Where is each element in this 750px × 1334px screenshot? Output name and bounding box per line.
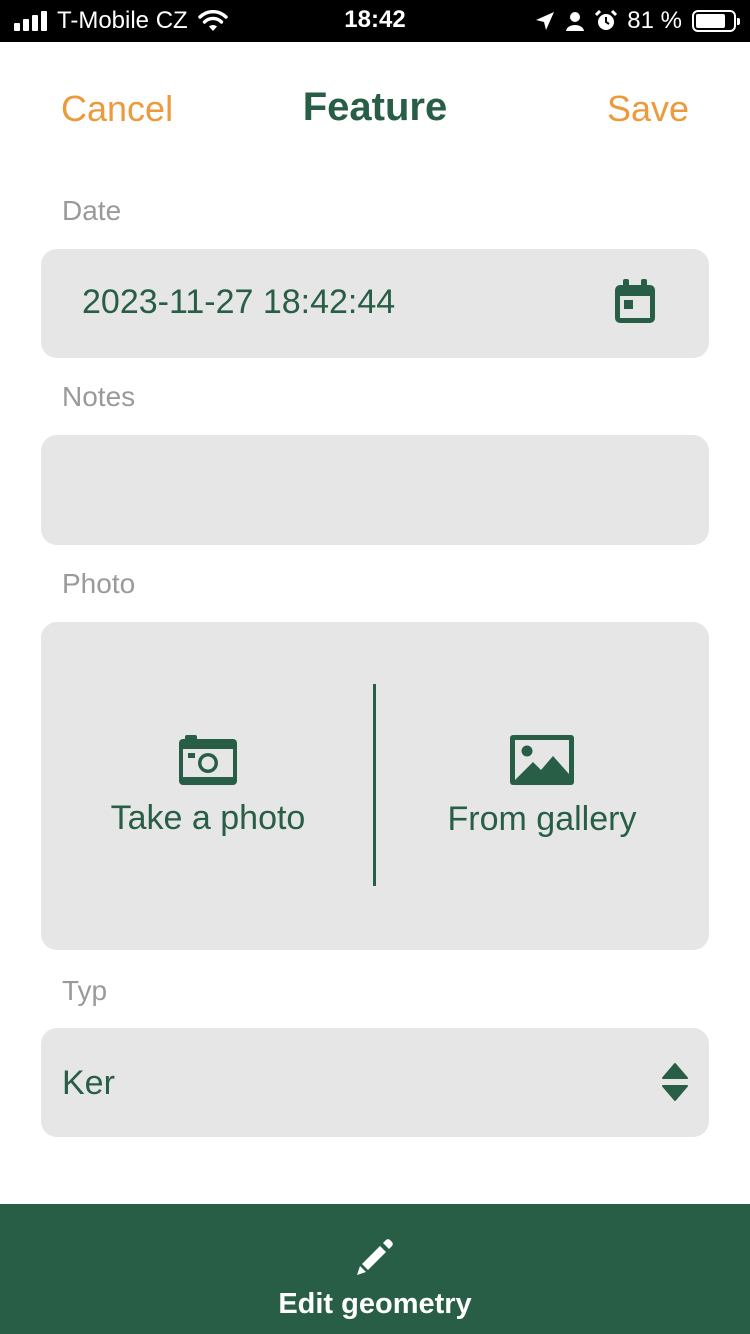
alarm-icon bbox=[595, 10, 618, 30]
battery-icon bbox=[692, 10, 740, 32]
typ-select[interactable]: Ker bbox=[41, 1028, 709, 1137]
pencil-icon bbox=[357, 1239, 393, 1275]
camera-icon bbox=[179, 734, 237, 785]
edit-geometry-label: Edit geometry bbox=[278, 1288, 472, 1320]
battery-percent: 81 % bbox=[627, 7, 682, 34]
photo-panel: Take a photo From gallery bbox=[41, 622, 709, 950]
typ-label: Typ bbox=[62, 975, 108, 1006]
edit-geometry-button[interactable]: Edit geometry bbox=[0, 1204, 750, 1334]
nav-header: Cancel Feature Save bbox=[0, 42, 750, 172]
date-field[interactable]: 2023-11-27 18:42:44 bbox=[41, 249, 709, 358]
save-button[interactable]: Save bbox=[607, 88, 689, 130]
from-gallery-label: From gallery bbox=[447, 799, 637, 838]
battery-fill bbox=[696, 14, 726, 28]
status-right: 81 % bbox=[535, 6, 740, 36]
notes-label: Notes bbox=[62, 381, 136, 412]
location-arrow-icon bbox=[536, 12, 555, 30]
typ-value: Ker bbox=[62, 1064, 115, 1102]
person-icon bbox=[566, 12, 585, 31]
notes-field[interactable] bbox=[41, 435, 709, 545]
from-gallery-button[interactable]: From gallery bbox=[375, 622, 709, 950]
image-icon bbox=[510, 734, 574, 785]
sort-icon bbox=[662, 1063, 688, 1101]
date-label: Date bbox=[62, 195, 122, 226]
date-value: 2023-11-27 18:42:44 bbox=[82, 283, 396, 321]
photo-label: Photo bbox=[62, 568, 136, 599]
status-bar: T-Mobile CZ 18:42 81 % bbox=[0, 0, 750, 42]
take-photo-button[interactable]: Take a photo bbox=[41, 622, 375, 950]
take-photo-label: Take a photo bbox=[110, 798, 306, 837]
calendar-icon[interactable] bbox=[613, 279, 657, 325]
